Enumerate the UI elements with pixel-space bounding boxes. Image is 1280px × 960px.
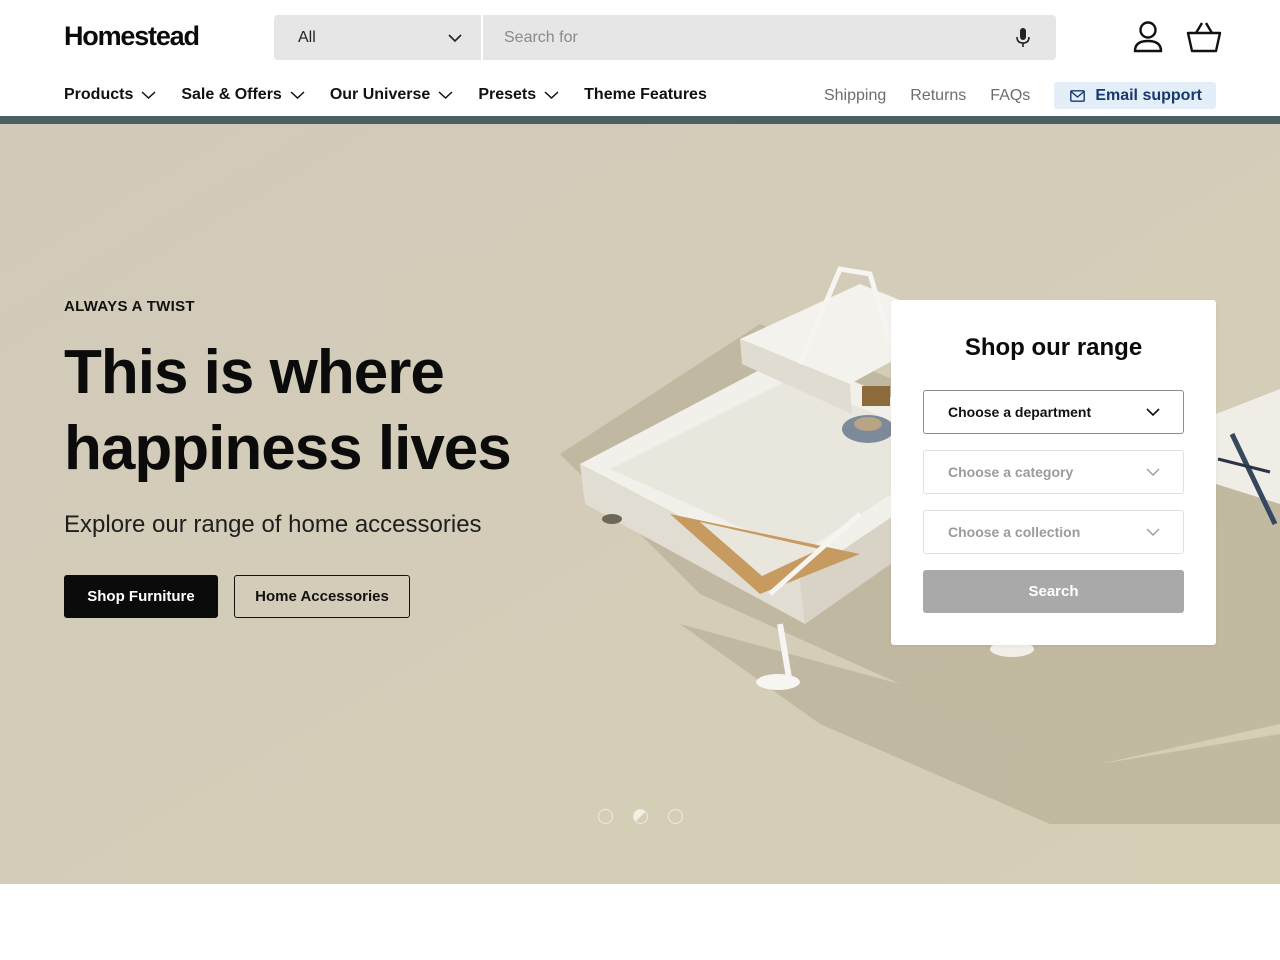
hero-eyebrow: ALWAYS A TWIST [64, 298, 195, 315]
nav-item-products[interactable]: Products [64, 84, 156, 106]
mail-icon [1070, 89, 1086, 102]
main-nav: Products Sale & Offers Our Universe Pres… [0, 76, 1280, 116]
email-support-button[interactable]: Email support [1054, 82, 1216, 109]
chevron-down-icon [141, 91, 156, 100]
search-scope-select[interactable]: All [274, 15, 483, 60]
chevron-down-icon [1146, 528, 1160, 536]
category-select[interactable]: Choose a category [923, 450, 1184, 494]
nav-item-label: Our Universe [329, 86, 431, 103]
hero-copy: ALWAYS A TWIST This is where happiness l… [64, 298, 584, 618]
search-scope-value: All [298, 28, 316, 46]
email-support-label: Email support [1095, 86, 1202, 104]
returns-link[interactable]: Returns [910, 87, 966, 105]
collection-select[interactable]: Choose a collection [923, 510, 1184, 554]
nav-item-label: Theme Features [584, 86, 707, 103]
nav-item-label: Sale & Offers [181, 86, 282, 103]
nav-item-label: Products [64, 86, 134, 103]
search-bar: All [274, 15, 1056, 60]
category-select-label: Choose a category [948, 464, 1074, 480]
nav-item-theme-features[interactable]: Theme Features [584, 84, 707, 106]
hero-cta-row: Shop Furniture Home Accessories [64, 575, 584, 618]
slide-dot[interactable] [598, 809, 613, 824]
home-accessories-button[interactable]: Home Accessories [234, 575, 410, 618]
department-select-label: Choose a department [948, 404, 1092, 420]
shipping-link[interactable]: Shipping [824, 87, 886, 105]
faqs-link[interactable]: FAQs [990, 87, 1030, 105]
nav-menu: Products Sale & Offers Our Universe Pres… [64, 84, 732, 106]
finder-title: Shop our range [964, 334, 1143, 361]
chevron-down-icon [1146, 468, 1160, 476]
department-select[interactable]: Choose a department [923, 390, 1184, 434]
microphone-icon[interactable] [1012, 26, 1034, 50]
chevron-down-icon [438, 91, 453, 100]
shop-range-finder: Shop our range Choose a department Choos… [891, 300, 1216, 645]
chevron-down-icon [544, 91, 559, 100]
chevron-down-icon [1146, 408, 1160, 417]
slideshow-pagination [598, 809, 683, 824]
basket-icon[interactable] [1186, 20, 1222, 54]
slide-dot[interactable] [668, 809, 683, 824]
slide-dot-active[interactable] [633, 809, 648, 824]
finder-search-button[interactable]: Search [923, 570, 1184, 613]
header-divider-strip [0, 116, 1280, 124]
chevron-down-icon [290, 91, 305, 100]
site-header: Homestead All [0, 0, 1280, 76]
user-icon[interactable] [1132, 20, 1164, 54]
shop-furniture-button[interactable]: Shop Furniture [64, 575, 218, 618]
nav-item-label: Presets [478, 86, 537, 103]
utility-nav: Shipping Returns FAQs Email support [800, 82, 1216, 109]
hero-subhead: Explore our range of home accessories [64, 511, 482, 538]
nav-item-presets[interactable]: Presets [478, 84, 559, 106]
hero-headline: This is where happiness lives [64, 338, 512, 483]
chevron-down-icon [448, 34, 462, 43]
search-input[interactable] [485, 15, 985, 60]
brand-logo[interactable]: Homestead [64, 21, 200, 52]
collection-select-label: Choose a collection [948, 524, 1081, 540]
nav-item-sale-offers[interactable]: Sale & Offers [181, 84, 305, 106]
nav-item-our-universe[interactable]: Our Universe [330, 84, 453, 106]
